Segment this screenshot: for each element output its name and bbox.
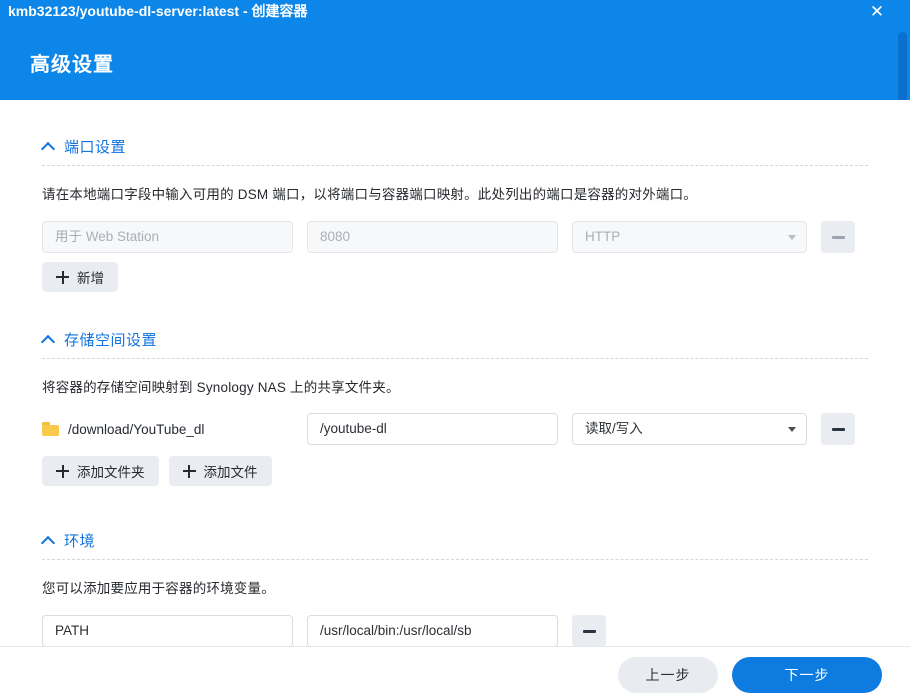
- environment-description: 您可以添加要应用于容器的环境变量。: [42, 581, 275, 596]
- section-port-settings: 端口设置: [0, 134, 910, 166]
- storage-actions: 添加文件夹 添加文件: [42, 456, 272, 486]
- section-storage-header[interactable]: 存储空间设置: [0, 327, 910, 351]
- port-add-button[interactable]: 新增: [42, 262, 118, 292]
- dialog-footer: 上一步 下一步: [0, 646, 910, 700]
- add-folder-label: 添加文件夹: [77, 465, 145, 480]
- storage-remove-button[interactable]: [821, 413, 855, 445]
- chevron-up-icon: [42, 140, 55, 153]
- environment-variable-row: PATH /usr/local/bin:/usr/local/sb: [0, 615, 606, 646]
- storage-mapping-row: /download/YouTube_dl /youtube-dl 读取/写入: [0, 413, 855, 445]
- storage-permission-select[interactable]: 读取/写入: [572, 413, 807, 445]
- storage-description: 将容器的存储空间映射到 Synology NAS 上的共享文件夹。: [42, 380, 400, 395]
- storage-folder-path[interactable]: /download/YouTube_dl: [42, 422, 293, 437]
- page-title: 高级设置: [30, 54, 114, 76]
- plus-icon: [56, 270, 69, 284]
- section-environment-header[interactable]: 环境: [0, 528, 910, 552]
- section-environment: 环境: [0, 528, 910, 560]
- section-storage-settings: 存储空间设置: [0, 327, 910, 359]
- env-name-input[interactable]: PATH: [42, 615, 293, 646]
- plus-icon: [56, 464, 69, 478]
- footer-actions: 上一步 下一步: [618, 657, 882, 693]
- section-port-divider: [42, 165, 868, 166]
- port-actions: 新增: [42, 262, 118, 292]
- storage-permission-value: 读取/写入: [585, 421, 643, 436]
- create-container-dialog: kmb32123/youtube-dl-server:latest - 创建容器…: [0, 0, 910, 700]
- add-file-button[interactable]: 添加文件: [168, 456, 272, 486]
- dialog-title: kmb32123/youtube-dl-server:latest - 创建容器: [8, 3, 308, 19]
- chevron-up-icon: [42, 333, 55, 346]
- advanced-settings-content: 端口设置 请在本地端口字段中输入可用的 DSM 端口，以将端口与容器端口映射。此…: [0, 100, 910, 646]
- close-icon[interactable]: ✕: [864, 0, 890, 24]
- section-environment-title: 环境: [64, 532, 96, 550]
- env-remove-button[interactable]: [572, 615, 606, 646]
- section-storage-divider: [42, 358, 868, 359]
- chevron-down-icon: [788, 426, 796, 432]
- port-remove-button[interactable]: [821, 221, 855, 253]
- previous-step-button[interactable]: 上一步: [618, 657, 718, 693]
- port-local-input[interactable]: 用于 Web Station: [42, 221, 293, 253]
- port-type-value: HTTP: [585, 229, 621, 244]
- storage-folder-label: /download/YouTube_dl: [68, 421, 205, 437]
- section-port-header[interactable]: 端口设置: [0, 134, 910, 158]
- section-storage-title: 存储空间设置: [64, 331, 158, 349]
- add-folder-button[interactable]: 添加文件夹: [42, 456, 159, 486]
- port-container-input[interactable]: 8080: [307, 221, 558, 253]
- plus-icon: [182, 464, 196, 478]
- section-port-title: 端口设置: [64, 138, 127, 156]
- chevron-up-icon: [42, 534, 55, 547]
- section-environment-divider: [42, 559, 868, 560]
- add-file-label: 添加文件: [203, 465, 258, 480]
- folder-icon: [42, 422, 59, 436]
- chevron-down-icon: [788, 234, 796, 240]
- env-value-input[interactable]: /usr/local/bin:/usr/local/sb: [307, 615, 558, 646]
- storage-mount-input[interactable]: /youtube-dl: [307, 413, 558, 445]
- port-mapping-row: 用于 Web Station 8080 HTTP: [0, 221, 855, 253]
- dialog-titlebar: kmb32123/youtube-dl-server:latest - 创建容器…: [0, 0, 910, 100]
- port-type-select[interactable]: HTTP: [572, 221, 807, 253]
- next-step-button[interactable]: 下一步: [732, 657, 882, 693]
- port-description: 请在本地端口字段中输入可用的 DSM 端口，以将端口与容器端口映射。此处列出的端…: [42, 187, 697, 202]
- port-add-label: 新增: [77, 271, 104, 286]
